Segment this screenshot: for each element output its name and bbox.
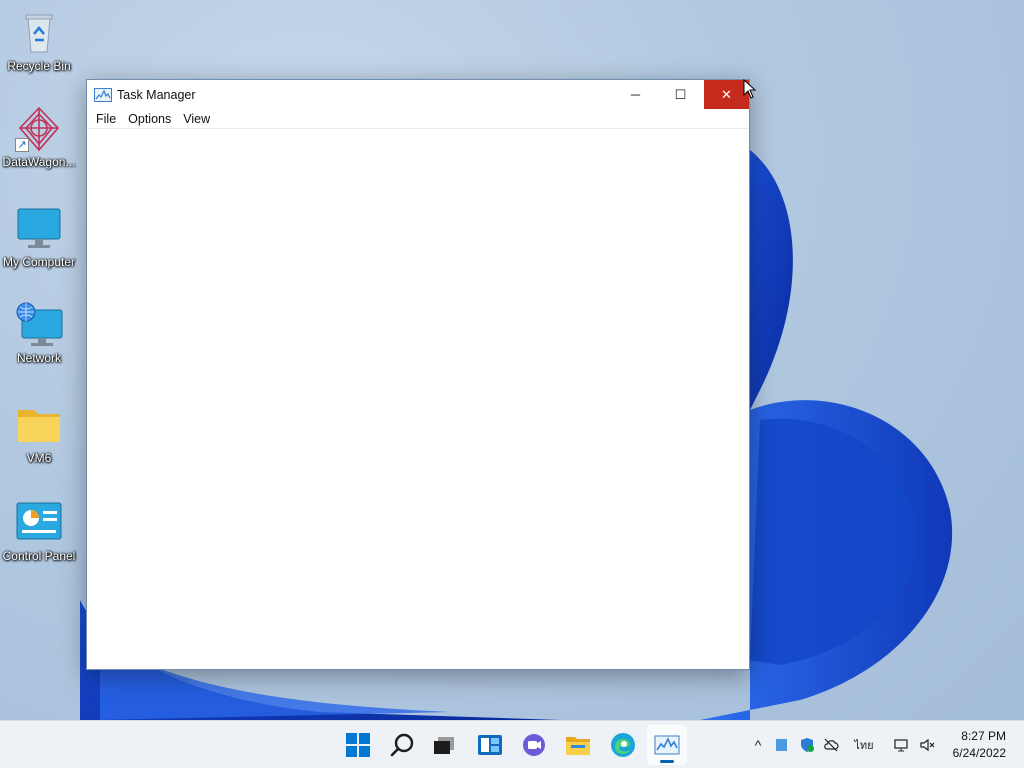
task-view-icon	[434, 737, 454, 754]
network-status-button[interactable]	[890, 721, 912, 768]
network-monitor-icon	[894, 739, 908, 752]
widgets-button[interactable]	[470, 725, 510, 765]
control-panel-icon	[14, 500, 64, 546]
search-icon	[390, 733, 414, 757]
menu-view[interactable]: View	[178, 112, 215, 126]
volume-muted-icon	[920, 738, 935, 752]
window-titlebar[interactable]: Task Manager ─ ☐ ✕	[87, 80, 749, 109]
chat-icon	[523, 734, 545, 756]
menu-options[interactable]: Options	[123, 112, 176, 126]
desktop-icon-label: Network	[16, 351, 61, 365]
input-language-button[interactable]: ไทย	[848, 721, 880, 768]
task-manager-icon	[94, 87, 112, 102]
task-manager-window[interactable]: Task Manager ─ ☐ ✕ File Options View	[86, 79, 750, 670]
desktop-icon-datawagon[interactable]: ↗ DataWagon...	[0, 106, 78, 169]
window-title: Task Manager	[117, 87, 196, 102]
chevron-up-icon: ^	[754, 737, 762, 753]
desktop-icon-label: VM6	[26, 451, 52, 465]
shield-icon	[801, 738, 814, 752]
maximize-button[interactable]: ☐	[658, 80, 703, 109]
cloud-offline-icon	[824, 738, 839, 752]
taskbar-clock[interactable]: 8:27 PM 6/24/2022	[953, 728, 1006, 762]
desktop-icon-recycle-bin[interactable]: Recycle Bin	[0, 10, 78, 73]
tray-app-button[interactable]	[772, 721, 792, 768]
volume-button[interactable]	[916, 721, 938, 768]
window-content-area	[87, 130, 749, 669]
desktop-icon-label: Control Panel	[2, 549, 76, 563]
minimize-button[interactable]: ─	[613, 80, 658, 109]
active-app-indicator	[660, 760, 674, 763]
desktop-icon-label: Recycle Bin	[7, 59, 71, 73]
task-manager-icon	[654, 735, 680, 755]
start-icon	[346, 733, 370, 757]
recycle-bin-icon	[14, 10, 64, 56]
tablet-icon	[776, 739, 787, 751]
chat-button[interactable]	[514, 725, 554, 765]
start-button[interactable]	[338, 725, 378, 765]
file-explorer-button[interactable]	[558, 725, 598, 765]
datawagon-icon: ↗	[14, 106, 64, 152]
show-hidden-icons-button[interactable]: ^	[748, 721, 768, 768]
desktop-icon-network[interactable]: Network	[0, 302, 78, 365]
mouse-cursor-icon	[743, 79, 757, 99]
menu-file[interactable]: File	[91, 112, 121, 126]
onedrive-button[interactable]	[820, 721, 842, 768]
file-explorer-icon	[566, 737, 590, 755]
clock-date: 6/24/2022	[952, 746, 1006, 760]
shortcut-arrow-icon: ↗	[15, 138, 29, 152]
desktop-icon-label: DataWagon...	[2, 155, 76, 169]
clock-time: 8:27 PM	[961, 729, 1006, 743]
task-manager-taskbar-button[interactable]	[647, 725, 687, 765]
edge-button[interactable]	[603, 725, 643, 765]
minimize-icon: ─	[630, 87, 641, 102]
search-button[interactable]	[383, 725, 423, 765]
task-view-button[interactable]	[424, 725, 464, 765]
desktop-icon-vm6[interactable]: VM6	[0, 402, 78, 465]
computer-icon	[14, 206, 64, 252]
edge-icon	[611, 733, 635, 757]
windows-security-button[interactable]	[796, 721, 818, 768]
desktop-icon-label: My Computer	[2, 255, 76, 269]
folder-icon	[14, 402, 64, 448]
menu-bar: File Options View	[87, 109, 749, 129]
close-icon: ✕	[721, 86, 732, 102]
desktop-icon-control-panel[interactable]: Control Panel	[0, 500, 78, 563]
maximize-icon: ☐	[674, 86, 687, 102]
taskbar: ^ ไทย 8:27 PM 6/24/2022	[0, 720, 1024, 768]
network-icon	[14, 302, 64, 348]
widgets-icon	[478, 735, 502, 755]
input-language-label: ไทย	[854, 740, 874, 752]
desktop-icon-my-computer[interactable]: My Computer	[0, 206, 78, 269]
